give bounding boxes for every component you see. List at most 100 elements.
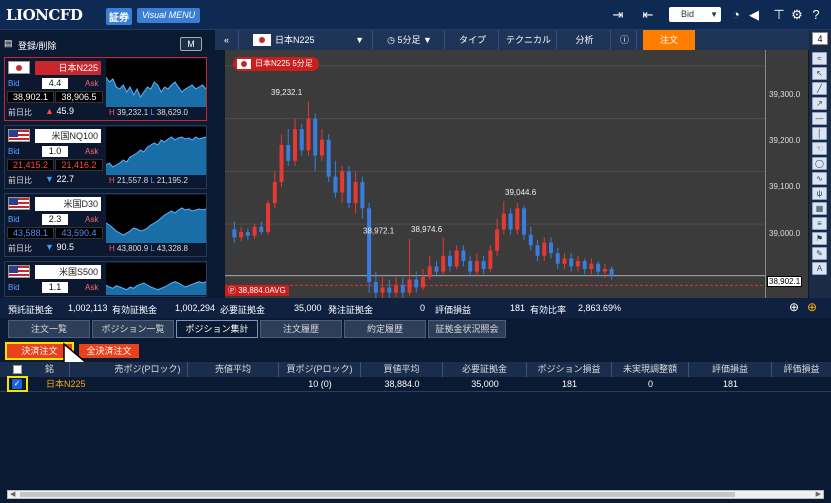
eraser-tool-icon[interactable]: ✎ [812, 247, 827, 260]
japan-flag-icon [237, 59, 251, 69]
wave-pattern-icon[interactable]: ∿ [812, 172, 827, 185]
row-position-pl: 181 [561, 379, 578, 389]
scroll-right-icon[interactable]: ▶ [816, 490, 821, 498]
symbol-select[interactable]: 日本N225 ▼ [243, 30, 373, 50]
ask-price-button[interactable]: 21,416.2 [55, 159, 103, 171]
interval-select[interactable]: ◷ 5分足 ▼ [375, 30, 445, 50]
candle-body [421, 276, 425, 288]
required-margin-label: 必要証拠金 [220, 305, 266, 315]
megaphone-icon[interactable]: ◀ [746, 7, 762, 23]
register-icon[interactable]: ▤ [4, 38, 13, 49]
analysis-menu[interactable]: 分析 [559, 30, 611, 50]
symbol-card[interactable]: 米国S500 Bid Ask 1.1 [4, 261, 207, 297]
margin-ratio-label: 有効比率 [530, 305, 567, 315]
hand-tool-icon[interactable]: ☜ [812, 142, 827, 155]
candle-body [542, 242, 547, 256]
logout-icon[interactable]: ⇤ [640, 7, 656, 23]
candle-body [515, 208, 520, 230]
collapse-icon[interactable]: « [215, 30, 239, 50]
row-buy-position: 10 (0) [308, 379, 332, 389]
scroll-down-icon[interactable]: ⊕ [789, 300, 799, 314]
row-checkbox[interactable]: ✓ [12, 379, 22, 389]
register-link[interactable]: 登録/削除 [18, 39, 57, 52]
col-buy-average: 買値平均 [361, 362, 443, 377]
tab-margin-status[interactable]: 証拠金状況照会 [428, 320, 506, 338]
order-button[interactable]: 注文 [643, 30, 695, 50]
trendline-tool-icon[interactable]: ╱ [812, 82, 827, 95]
prev-day-label: 前日比 [8, 176, 32, 185]
marker-tool-icon[interactable]: ⚑ [812, 232, 827, 245]
row-symbol[interactable]: 日本N225 [46, 377, 98, 392]
scroll-left-icon[interactable]: ◀ [10, 490, 15, 498]
tab-execution-history[interactable]: 約定履歴 [344, 320, 426, 338]
candle-body [286, 144, 291, 161]
price-mode-value: Bid [681, 9, 695, 19]
candle-body [245, 232, 250, 236]
pitchfork-icon[interactable]: ψ [812, 187, 827, 200]
chart-type-menu[interactable]: タイプ [447, 30, 499, 50]
change-value: ▲ 45.9 [45, 106, 74, 116]
ask-price-button[interactable]: 38,906.5 [55, 91, 103, 103]
candle-body [434, 266, 439, 272]
export-icon[interactable]: ⇥ [610, 7, 626, 23]
required-margin-value: 35,000 [294, 303, 322, 313]
gear-icon[interactable]: ⚙ [789, 7, 805, 23]
horizontal-scrollbar[interactable]: ◀ ▶ [7, 490, 824, 499]
change-value: ▼ 22.7 [45, 174, 74, 184]
cursor-tool-icon[interactable]: ↖ [812, 67, 827, 80]
tab-position-summary[interactable]: ポジション集計 [176, 320, 258, 338]
candle-body [602, 268, 607, 272]
vline-tool-icon[interactable]: │ [812, 127, 827, 140]
bid-label: Bid [8, 79, 20, 88]
technical-menu[interactable]: テクニカル [501, 30, 557, 50]
select-all-checkbox[interactable] [13, 365, 22, 374]
scrollbar-thumb[interactable] [20, 492, 735, 497]
fib-tool-icon[interactable]: ≡ [812, 217, 827, 230]
logo-badge: 証券 [106, 8, 132, 25]
bid-price-button[interactable]: 38,902.1 [7, 91, 54, 103]
ray-tool-icon[interactable]: ↗ [812, 97, 827, 110]
y-axis-line [765, 50, 766, 298]
row-required-margin: 35,000 [471, 379, 499, 389]
symbol-card[interactable]: 日本N225 Bid Ask 4.4 38,902.1 38,906.5 前日比 ▲ 45.9… [4, 57, 207, 121]
price-chart[interactable]: 39,232.1 38,972.1 38,974.6 39,044.6 日本N225 … [225, 50, 808, 298]
text-tool-icon[interactable]: A [812, 262, 827, 275]
tab-position-list[interactable]: ポジション一覧 [92, 320, 174, 338]
pie-chart-icon[interactable]: ◔ [728, 7, 744, 23]
price-mode-select[interactable]: Bid ▼ [669, 7, 721, 22]
interval-label: 5分足 [397, 35, 421, 45]
prev-day-label: 前日比 [8, 244, 32, 253]
visual-menu-button[interactable]: Visual MENU [137, 8, 200, 23]
scroll-up-icon[interactable]: ⊕ [807, 300, 817, 314]
circle-tool-icon[interactable]: ◯ [812, 157, 827, 170]
mini-chart[interactable] [106, 263, 206, 295]
spread-value: 1.0 [42, 146, 68, 157]
info-icon[interactable]: ⓘ [613, 30, 637, 50]
page-number[interactable]: 4 [812, 32, 828, 45]
mini-chart[interactable] [106, 195, 206, 243]
tab-order-history[interactable]: 注文履歴 [260, 320, 342, 338]
candle-body [474, 261, 479, 272]
bid-price-button[interactable]: 43,588.1 [7, 227, 54, 239]
candle-body [360, 181, 365, 209]
help-icon[interactable]: ? [808, 7, 824, 23]
ask-price-button[interactable]: 43,590.4 [55, 227, 103, 239]
table-row[interactable]: 日本N225 10 (0) 38,884.0 35,000 181 0 181 [0, 377, 831, 392]
bid-price-button[interactable]: 21,415.2 [7, 159, 54, 171]
mini-chart[interactable] [106, 59, 206, 107]
grid-tool-icon[interactable]: ▦ [812, 202, 827, 215]
symbol-card[interactable]: 米国NQ100 Bid Ask 1.0 21,415.2 21,416.2 前日比 ▼ 22.… [4, 125, 207, 189]
symbol-select-label: 日本N225 [275, 35, 315, 45]
mini-chart[interactable] [106, 127, 206, 175]
symbol-card[interactable]: 米国D30 Bid Ask 2.3 43,588.1 43,590.4 前日比 ▼ 90.5 H… [4, 193, 207, 257]
pin-icon[interactable]: ⊤ [771, 7, 787, 23]
hline-tool-icon[interactable]: — [812, 112, 827, 125]
row-unrealized: 0 [647, 379, 653, 389]
chevron-down-icon: ▼ [710, 10, 718, 19]
candle-body [569, 258, 574, 267]
tab-order-list[interactable]: 注文一覧 [8, 320, 90, 338]
wave-tool-icon[interactable]: ≈ [812, 52, 827, 65]
mini-chart-toggle-button[interactable]: M [180, 37, 202, 51]
candle-body [232, 229, 237, 238]
current-price-label: 38,902.1 [767, 276, 803, 287]
